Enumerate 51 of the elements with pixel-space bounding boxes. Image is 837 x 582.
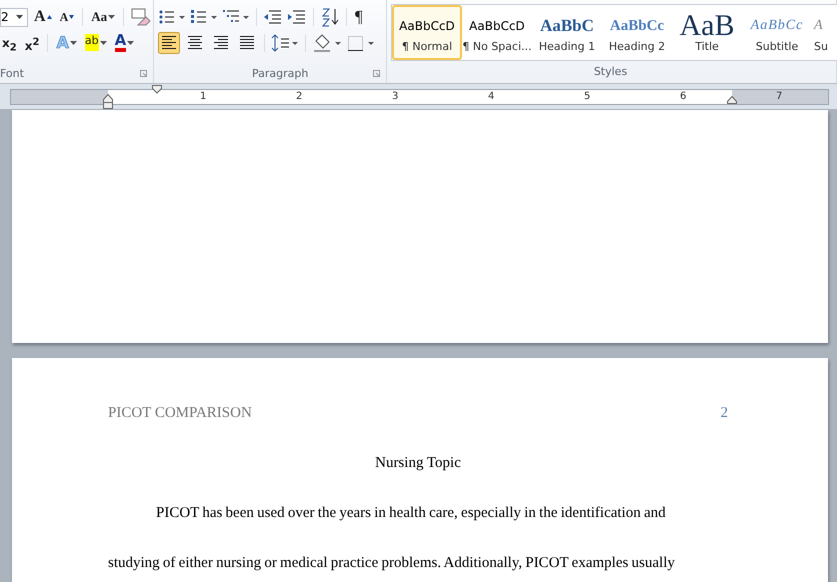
change-case-button[interactable]: Aa xyxy=(89,6,118,28)
ruler-number: 2 xyxy=(296,90,302,104)
shrink-font-button[interactable]: A xyxy=(58,6,76,28)
ruler-number: 7 xyxy=(776,90,782,104)
caret-icon xyxy=(16,15,23,19)
down-triangle-icon xyxy=(69,15,74,19)
style-tile[interactable]: AaBbCc Subtitle xyxy=(742,5,812,60)
ruler-number: 4 xyxy=(488,90,494,104)
numbering-icon[interactable] xyxy=(190,8,218,26)
group-label: Font xyxy=(0,66,24,80)
right-indent-marker[interactable] xyxy=(727,96,737,104)
dialog-launcher-icon[interactable] xyxy=(140,70,147,76)
caret-icon xyxy=(127,41,134,45)
group-label: Styles xyxy=(594,64,628,78)
eraser-icon[interactable] xyxy=(130,7,152,27)
style-tile[interactable]: AaBbCcD ¶ No Spaci... xyxy=(462,5,532,60)
grow-font-button[interactable]: A xyxy=(32,6,54,28)
caret-icon xyxy=(108,15,116,19)
page-number: 2 xyxy=(720,405,728,423)
body-text-line: PICOT has been used over the years in health care, especially in the identification and xyxy=(156,505,666,521)
style-tile[interactable]: AaBbC Heading 1 xyxy=(532,5,602,60)
ruler-number: 1 xyxy=(200,90,206,104)
increase-indent-icon[interactable] xyxy=(287,8,307,26)
sort-icon[interactable] xyxy=(320,7,340,27)
font-color-button[interactable]: A xyxy=(112,32,136,54)
superscript-button[interactable]: x$^{2}$ xyxy=(22,32,42,54)
align-button[interactable] xyxy=(158,32,180,54)
style-tile[interactable]: AaB Title xyxy=(672,5,742,60)
style-tile[interactable]: A Su xyxy=(812,5,836,60)
caret-icon xyxy=(70,41,77,45)
borders-icon[interactable] xyxy=(346,33,376,53)
style-tile[interactable]: AaBbCcD ¶ Normal xyxy=(392,5,462,60)
bullets-icon[interactable] xyxy=(158,8,186,26)
subscript-button[interactable]: x$_{2}$ xyxy=(0,32,19,54)
group-label: Paragraph xyxy=(252,66,308,80)
style-tile[interactable]: AaBbCc Heading 2 xyxy=(602,5,672,60)
font-size-field[interactable]: 2 xyxy=(0,8,28,26)
caret-icon xyxy=(100,41,107,45)
show-formatting-button[interactable]: ¶ xyxy=(353,6,365,28)
paint-bucket-icon[interactable] xyxy=(312,33,342,53)
ruler-number: 6 xyxy=(680,90,686,104)
body-text-line: studying of either nursing or medical practice problems. Additionally, PICOT examples usually xyxy=(108,555,675,571)
ruler-number: 5 xyxy=(584,90,590,104)
running-header: PICOT COMPARISON xyxy=(108,405,252,423)
highlight-button[interactable]: ab xyxy=(82,32,109,54)
line-spacing-icon[interactable] xyxy=(271,33,299,53)
section-heading: Nursing Topic xyxy=(375,455,461,471)
up-triangle-icon xyxy=(46,15,52,19)
dialog-launcher-icon[interactable] xyxy=(373,70,380,76)
ruler-number: 3 xyxy=(392,90,398,104)
decrease-indent-icon[interactable] xyxy=(263,8,283,26)
